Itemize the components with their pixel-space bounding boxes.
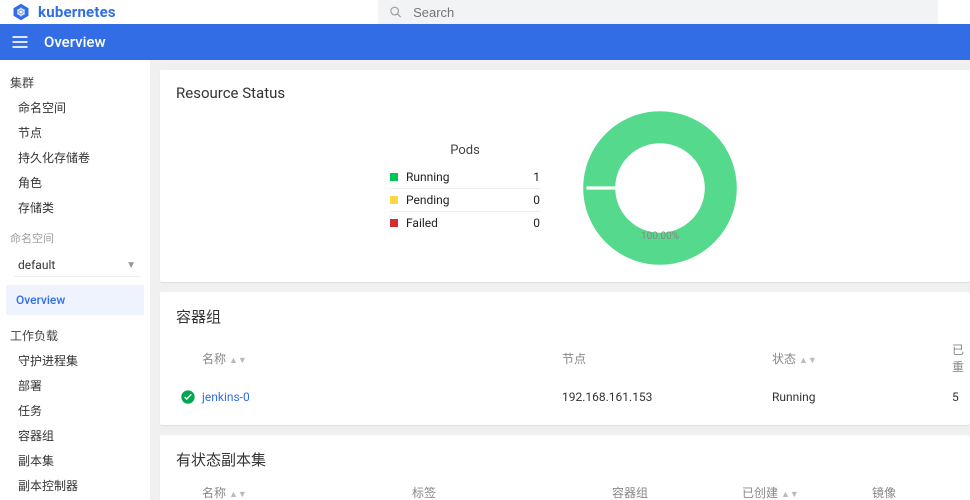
col-status[interactable]: 状态▲▼ [768, 335, 948, 383]
page-title: Overview [44, 33, 106, 51]
col-restarts[interactable]: 已重 [948, 335, 954, 383]
cell-restarts: 5 [948, 383, 954, 411]
cell-status: Running [768, 383, 948, 411]
sort-icon: ▲▼ [781, 490, 799, 500]
sort-icon: ▲▼ [799, 356, 817, 366]
col-image[interactable]: 镜像 [868, 478, 954, 500]
status-row-pending: Pending 0 [390, 189, 540, 212]
sidebar-section-cluster[interactable]: 集群 [0, 70, 150, 95]
namespace-select[interactable]: default ▼ [14, 254, 140, 277]
pods-table: 名称▲▼ 节点 状态▲▼ 已重 jenkins-0 192.168.161.15… [176, 335, 954, 411]
sidebar: 集群 命名空间 节点 持久化存储卷 角色 存储类 命名空间 default ▼ … [0, 60, 150, 500]
pods-card: 容器组 名称▲▼ 节点 状态▲▼ 已重 jenkins-0 192.168.16… [160, 292, 970, 425]
donut-percent: 100.00% [580, 231, 740, 242]
pods-donut-chart: 100.00% [580, 108, 740, 268]
sidebar-item-overview[interactable]: Overview [6, 285, 144, 315]
sidebar-item[interactable]: 守护进程集 [0, 348, 150, 373]
sidebar-item[interactable]: 容器组 [0, 423, 150, 448]
status-row-running: Running 1 [390, 166, 540, 189]
search-icon [388, 4, 403, 20]
sidebar-item[interactable]: 节点 [0, 120, 150, 145]
card-title: 容器组 [176, 306, 954, 327]
card-title: Resource Status [176, 84, 954, 102]
check-circle-icon [180, 389, 196, 405]
pods-caption: Pods [390, 143, 540, 158]
sidebar-section-workloads[interactable]: 工作负载 [0, 323, 150, 348]
sidebar-item[interactable]: 部署 [0, 373, 150, 398]
statefulset-table: 名称▲▼ 标签 容器组 已创建▲▼ 镜像 jenkins name: jenki… [176, 478, 954, 500]
sidebar-item[interactable]: 副本控制器 [0, 473, 150, 498]
resource-status-card: Resource Status Pods Running 1 Pending 0… [160, 70, 970, 282]
table-row[interactable]: jenkins-0 192.168.161.153 Running 5 [176, 383, 954, 411]
title-bar: Overview [0, 24, 970, 60]
top-bar: kubernetes [0, 0, 970, 24]
namespace-selected: default [18, 258, 55, 272]
main-content: Resource Status Pods Running 1 Pending 0… [150, 60, 970, 500]
sidebar-item[interactable]: 存储类 [0, 195, 150, 220]
chevron-down-icon: ▼ [126, 260, 136, 271]
pod-status-list: Pods Running 1 Pending 0 Failed 0 [390, 143, 540, 234]
card-title: 有状态副本集 [176, 449, 954, 470]
kubernetes-logo-icon [12, 3, 30, 21]
col-node[interactable]: 节点 [558, 335, 768, 383]
status-row-failed: Failed 0 [390, 212, 540, 234]
dot-icon [390, 173, 398, 181]
search-input[interactable] [413, 5, 928, 20]
sidebar-item[interactable]: 副本集 [0, 448, 150, 473]
statefulset-card: 有状态副本集 名称▲▼ 标签 容器组 已创建▲▼ 镜像 jenkins name… [160, 435, 970, 500]
col-pods[interactable]: 容器组 [608, 478, 738, 500]
menu-icon[interactable] [10, 32, 30, 52]
sort-icon: ▲▼ [229, 490, 247, 500]
sidebar-namespace-label: 命名空间 [0, 226, 150, 250]
sidebar-item[interactable]: 角色 [0, 170, 150, 195]
col-name[interactable]: 名称▲▼ [198, 478, 408, 500]
cell-node: 192.168.161.153 [558, 383, 768, 411]
dot-icon [390, 196, 398, 204]
col-name[interactable]: 名称▲▼ [198, 335, 558, 383]
dot-icon [390, 219, 398, 227]
col-created[interactable]: 已创建▲▼ [738, 478, 868, 500]
brand-name: kubernetes [38, 3, 116, 21]
search-box[interactable] [378, 0, 938, 24]
sort-icon: ▲▼ [229, 356, 247, 366]
sidebar-item[interactable]: 命名空间 [0, 95, 150, 120]
pod-link[interactable]: jenkins-0 [202, 390, 250, 404]
col-labels[interactable]: 标签 [408, 478, 608, 500]
sidebar-item[interactable]: 任务 [0, 398, 150, 423]
sidebar-item[interactable]: 持久化存储卷 [0, 145, 150, 170]
brand[interactable]: kubernetes [12, 3, 116, 21]
